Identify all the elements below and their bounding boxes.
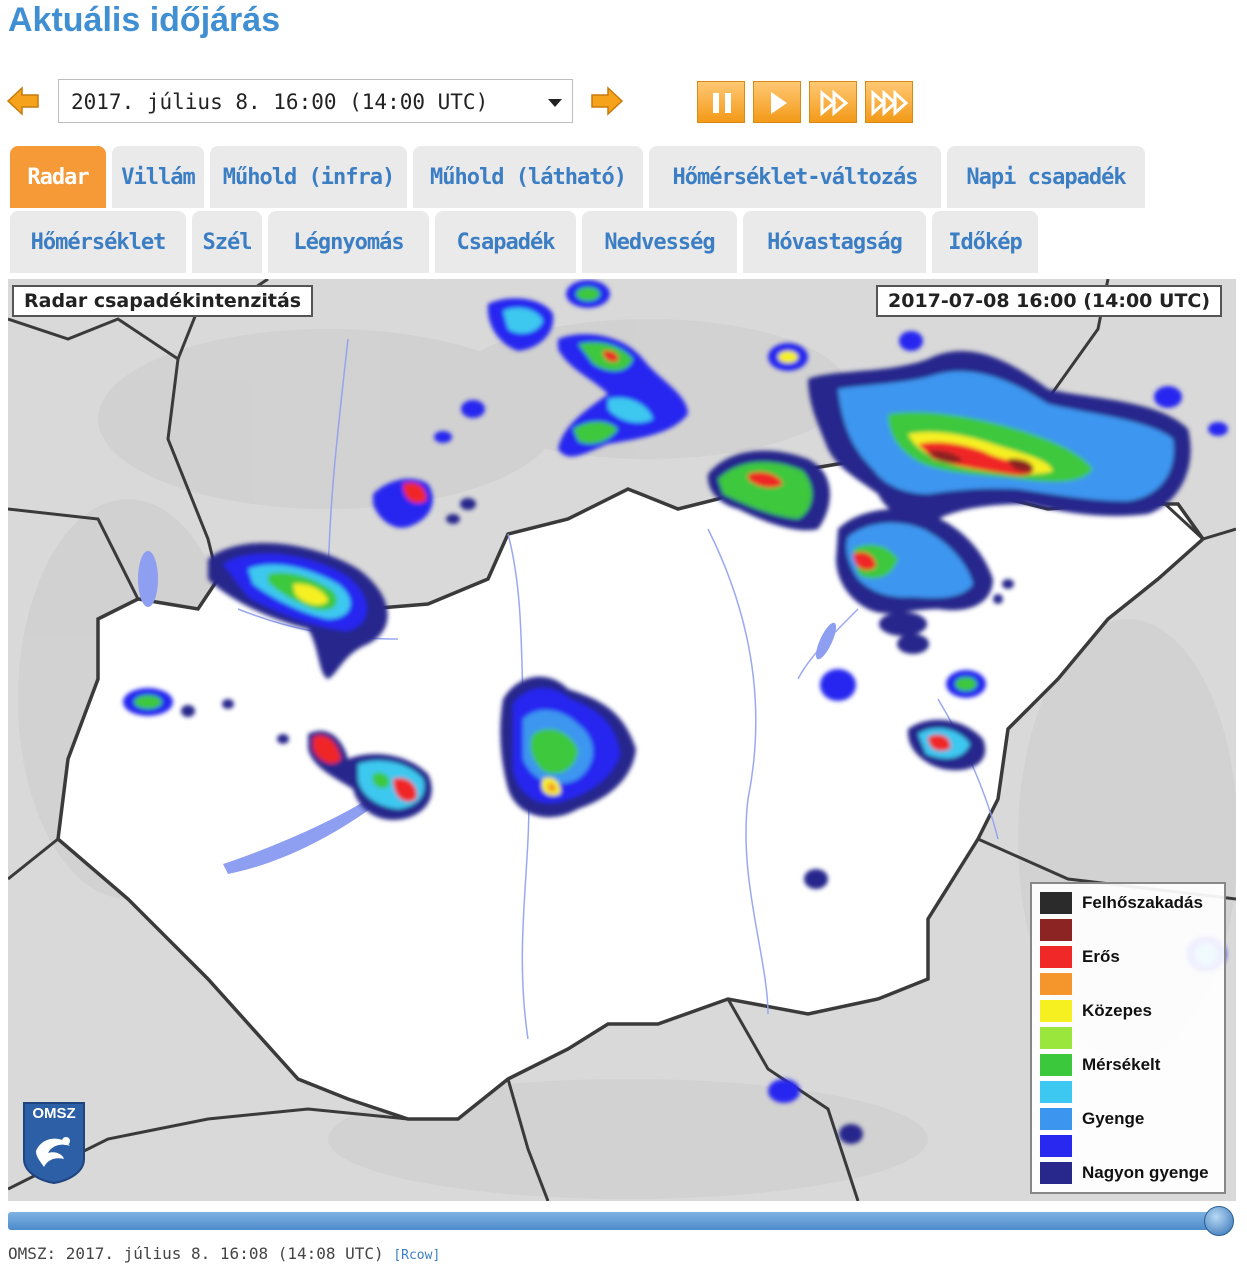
legend-label: Nagyon gyenge	[1082, 1163, 1209, 1182]
page-title: Aktuális időjárás	[8, 1, 281, 39]
tab-csapadek[interactable]: Csapadék	[435, 211, 576, 273]
tab-muhold-lathato[interactable]: Műhold (látható)	[413, 146, 643, 208]
map-title: Radar csapadékintenzitás	[12, 285, 314, 317]
time-slider-track[interactable]	[8, 1212, 1220, 1230]
omsz-logo-text: OMSZ	[32, 1105, 76, 1122]
play-button[interactable]	[753, 81, 801, 123]
pause-icon	[713, 93, 731, 113]
fastest-forward-icon	[871, 89, 909, 117]
legend-label: Gyenge	[1082, 1109, 1145, 1128]
legend-label: Mérsékelt	[1082, 1055, 1161, 1074]
legend-swatch	[1040, 919, 1072, 941]
legend: Felhőszakadás Erős Közepes Mérsékelt Gyenge N…	[1030, 882, 1226, 1194]
fastest-forward-button[interactable]	[865, 81, 913, 123]
fast-forward-icon	[820, 89, 849, 117]
tab-homerseklet[interactable]: Hőmérséklet	[10, 211, 186, 273]
play-icon	[771, 92, 787, 114]
legend-swatch	[1040, 1000, 1072, 1022]
tab-szel[interactable]: Szél	[192, 211, 262, 273]
legend-swatch	[1040, 946, 1072, 968]
tab-napi-csapadek[interactable]: Napi csapadék	[947, 146, 1145, 208]
pause-button[interactable]	[697, 81, 745, 123]
legend-label: Felhőszakadás	[1082, 893, 1203, 912]
tab-idokep[interactable]: Időkép	[932, 211, 1038, 273]
legend-swatch	[1040, 1162, 1072, 1184]
next-frame-arrow-icon[interactable]	[590, 86, 624, 116]
time-slider-handle[interactable]	[1204, 1206, 1234, 1236]
datetime-select[interactable]: 2017. július 8. 16:00 (14:00 UTC)	[58, 79, 573, 123]
tab-nedvesseg[interactable]: Nedvesség	[582, 211, 737, 273]
tab-hovastagsag[interactable]: Hóvastagság	[743, 211, 926, 273]
legend-swatch	[1040, 1135, 1072, 1157]
legend-swatch	[1040, 1108, 1072, 1130]
legend-label: Közepes	[1082, 1001, 1152, 1020]
map-timestamp: 2017-07-08 16:00 (14:00 UTC)	[876, 285, 1223, 317]
legend-swatch	[1040, 892, 1072, 914]
tab-legnyomas[interactable]: Légnyomás	[268, 211, 429, 273]
legend-label: Erős	[1082, 947, 1120, 966]
datetime-select-value: 2017. július 8. 16:00 (14:00 UTC)	[71, 90, 489, 114]
footer-text: OMSZ: 2017. július 8. 16:08 (14:08 UTC)	[8, 1244, 384, 1263]
legend-swatch	[1040, 973, 1072, 995]
legend-swatch	[1040, 1027, 1072, 1049]
tab-muhold-infra[interactable]: Műhold (infra)	[210, 146, 407, 208]
omsz-logo: OMSZ	[22, 1101, 86, 1185]
fast-forward-button[interactable]	[809, 81, 857, 123]
legend-swatch	[1040, 1081, 1072, 1103]
tab-radar[interactable]: Radar	[10, 146, 106, 208]
footer-status: OMSZ: 2017. július 8. 16:08 (14:08 UTC) …	[8, 1244, 440, 1263]
tab-villam[interactable]: Villám	[112, 146, 204, 208]
radar-map: Radar csapadékintenzitás 2017-07-08 16:0…	[8, 279, 1236, 1201]
previous-frame-arrow-icon[interactable]	[6, 86, 40, 116]
tab-homerseklet-valtozas[interactable]: Hőmérséklet-változás	[649, 146, 941, 208]
legend-swatch	[1040, 1054, 1072, 1076]
chevron-down-icon	[548, 99, 562, 107]
footer-rcow-link[interactable]: [Rcow]	[393, 1248, 440, 1263]
